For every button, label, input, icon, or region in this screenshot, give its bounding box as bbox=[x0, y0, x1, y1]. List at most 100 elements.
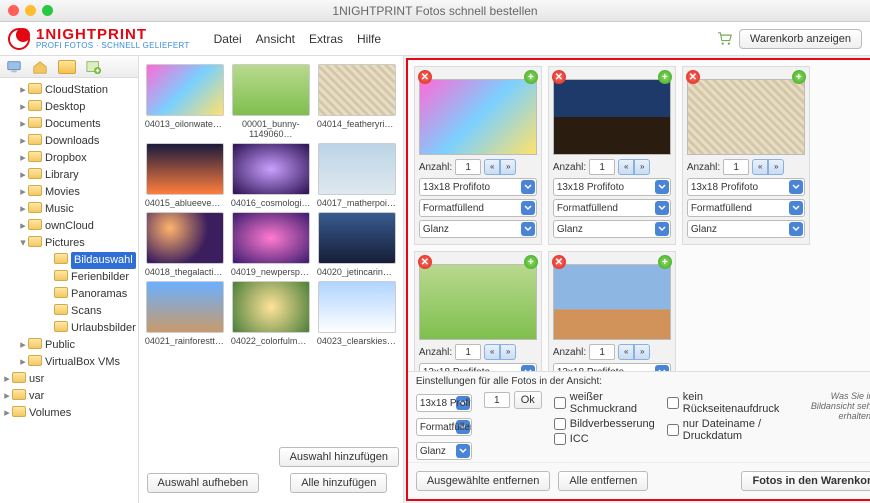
tree-item[interactable]: ▸Downloads bbox=[8, 133, 136, 150]
remove-all-button[interactable]: Alle entfernen bbox=[558, 471, 648, 491]
thumbnail[interactable]: 04017_matherpoint_1… bbox=[317, 143, 397, 208]
finish-select[interactable]: Glanz bbox=[687, 220, 805, 238]
tree-item[interactable]: ▸Library bbox=[8, 167, 136, 184]
folder-tree[interactable]: ▸CloudStation▸Desktop▸Documents▸Download… bbox=[0, 78, 138, 503]
finish-select[interactable]: Glanz bbox=[419, 220, 537, 238]
qty-dec-button[interactable]: « bbox=[484, 159, 500, 175]
qty-dec-button[interactable]: « bbox=[618, 159, 634, 175]
add-card-icon[interactable]: + bbox=[658, 255, 672, 269]
remove-card-icon[interactable]: ✕ bbox=[418, 70, 432, 84]
add-card-icon[interactable]: + bbox=[792, 70, 806, 84]
global-finish-select[interactable]: Glanz bbox=[416, 442, 472, 460]
menu-extras[interactable]: Extras bbox=[309, 32, 343, 46]
tree-item[interactable]: Scans bbox=[32, 303, 136, 320]
tree-item[interactable]: ▸Public bbox=[8, 337, 136, 354]
opt-rueckseite[interactable]: kein Rückseitenaufdruck bbox=[667, 391, 780, 415]
size-select[interactable]: 13x18 Profifoto bbox=[419, 178, 537, 196]
qty-dec-button[interactable]: « bbox=[752, 159, 768, 175]
finish-select[interactable]: Glanz bbox=[553, 220, 671, 238]
add-image-icon[interactable] bbox=[86, 59, 102, 75]
remove-card-icon[interactable]: ✕ bbox=[686, 70, 700, 84]
opt-bildverbesserung[interactable]: Bildverbesserung bbox=[554, 418, 655, 430]
thumbnail[interactable]: 04020_jetincarina_19… bbox=[317, 212, 397, 277]
tree-item[interactable]: Urlaubsbilder bbox=[32, 320, 136, 337]
close-window-icon[interactable] bbox=[8, 5, 19, 16]
thumbnail[interactable]: 04021_rainforesttrail_… bbox=[145, 281, 225, 346]
tree-item[interactable]: ▸CloudStation bbox=[8, 82, 136, 99]
thumbnail[interactable]: 04015_ablueeveningin… bbox=[145, 143, 225, 208]
thumbnail-caption: 04016_cosmologicalm… bbox=[231, 198, 311, 208]
tree-item[interactable]: ▸Documents bbox=[8, 116, 136, 133]
qty-inc-button[interactable]: » bbox=[500, 159, 516, 175]
add-to-cart-button[interactable]: Fotos in den Warenkorb bbox=[741, 471, 870, 491]
qty-inc-button[interactable]: » bbox=[634, 344, 650, 360]
qty-input[interactable] bbox=[455, 344, 481, 360]
tree-item[interactable]: ▸var bbox=[2, 388, 136, 405]
qty-inc-button[interactable]: » bbox=[634, 159, 650, 175]
global-ok-button[interactable]: Ok bbox=[514, 391, 542, 409]
qty-inc-button[interactable]: » bbox=[768, 159, 784, 175]
add-card-icon[interactable]: + bbox=[524, 255, 538, 269]
global-size-select[interactable]: 13x18 Profifoto bbox=[416, 394, 472, 412]
qty-dec-button[interactable]: « bbox=[618, 344, 634, 360]
thumbnail[interactable]: 04023_clearskieswitha… bbox=[317, 281, 397, 346]
clear-selection-button[interactable]: Auswahl aufheben bbox=[147, 473, 260, 493]
tree-item[interactable]: ▸Volumes bbox=[2, 405, 136, 422]
size-select[interactable]: 13x18 Profifoto bbox=[419, 363, 537, 371]
size-select[interactable]: 13x18 Profifoto bbox=[553, 178, 671, 196]
thumbnail-grid[interactable]: 04013_oilonwater_19…00001_bunny-1149060…… bbox=[139, 56, 403, 439]
thumbnail[interactable]: 04013_oilonwater_19… bbox=[145, 64, 225, 139]
fit-select[interactable]: Formatfüllend bbox=[419, 199, 537, 217]
tree-item[interactable]: Ferienbilder bbox=[32, 269, 136, 286]
home-icon[interactable] bbox=[32, 59, 48, 75]
size-select[interactable]: 13x18 Profifoto bbox=[553, 363, 671, 371]
add-card-icon[interactable]: + bbox=[524, 70, 538, 84]
tree-item[interactable]: ▸Desktop bbox=[8, 99, 136, 116]
computer-icon[interactable] bbox=[6, 59, 22, 75]
tree-item[interactable]: Bildauswahl bbox=[32, 252, 136, 269]
order-items[interactable]: ✕+Anzahl:«»13x18 ProfifotoFormatfüllendG… bbox=[408, 60, 870, 371]
remove-card-icon[interactable]: ✕ bbox=[552, 255, 566, 269]
thumbnail[interactable]: 04018_thegalacticcent… bbox=[145, 212, 225, 277]
remove-selected-button[interactable]: Ausgewählte entfernen bbox=[416, 471, 551, 491]
tree-item[interactable]: ▸usr bbox=[2, 371, 136, 388]
fit-select[interactable]: Formatfüllend bbox=[553, 199, 671, 217]
opt-icc[interactable]: ICC bbox=[554, 433, 655, 445]
tree-item[interactable]: ▸Dropbox bbox=[8, 150, 136, 167]
tree-item[interactable]: ▸ownCloud bbox=[8, 218, 136, 235]
remove-card-icon[interactable]: ✕ bbox=[552, 70, 566, 84]
show-cart-button[interactable]: Warenkorb anzeigen bbox=[739, 29, 862, 49]
thumbnail[interactable]: 04019_newperspectiv… bbox=[231, 212, 311, 277]
remove-card-icon[interactable]: ✕ bbox=[418, 255, 432, 269]
add-selection-button[interactable]: Auswahl hinzufügen bbox=[279, 447, 399, 467]
minimize-window-icon[interactable] bbox=[25, 5, 36, 16]
add-all-button[interactable]: Alle hinzufügen bbox=[290, 473, 387, 493]
fit-select[interactable]: Formatfüllend bbox=[687, 199, 805, 217]
thumbnail[interactable]: 04022_colorfulmaster… bbox=[231, 281, 311, 346]
menu-hilfe[interactable]: Hilfe bbox=[357, 32, 381, 46]
zoom-window-icon[interactable] bbox=[42, 5, 53, 16]
tree-item[interactable]: Panoramas bbox=[32, 286, 136, 303]
thumbnail[interactable]: 04014_featheryridges… bbox=[317, 64, 397, 139]
qty-input[interactable] bbox=[723, 159, 749, 175]
tree-item[interactable]: ▸Music bbox=[8, 201, 136, 218]
qty-input[interactable] bbox=[589, 344, 615, 360]
tree-item[interactable]: ▾PicturesBildauswahlFerienbilderPanorama… bbox=[8, 235, 136, 337]
size-select[interactable]: 13x18 Profifoto bbox=[687, 178, 805, 196]
global-fit-select[interactable]: Formatfüllend bbox=[416, 418, 472, 436]
qty-inc-button[interactable]: » bbox=[500, 344, 516, 360]
global-qty-input[interactable] bbox=[484, 392, 510, 408]
opt-schmuckrand[interactable]: weißer Schmuckrand bbox=[554, 391, 655, 415]
qty-input[interactable] bbox=[589, 159, 615, 175]
tree-item[interactable]: ▸Movies bbox=[8, 184, 136, 201]
add-card-icon[interactable]: + bbox=[658, 70, 672, 84]
qty-input[interactable] bbox=[455, 159, 481, 175]
qty-dec-button[interactable]: « bbox=[484, 344, 500, 360]
opt-dateiname[interactable]: nur Dateiname / Druckdatum bbox=[667, 418, 780, 442]
tree-item[interactable]: ▸VirtualBox VMs bbox=[8, 354, 136, 371]
thumbnail[interactable]: 04016_cosmologicalm… bbox=[231, 143, 311, 208]
folder-icon[interactable] bbox=[58, 60, 76, 74]
menu-datei[interactable]: Datei bbox=[214, 32, 242, 46]
thumbnail[interactable]: 00001_bunny-1149060… bbox=[231, 64, 311, 139]
menu-ansicht[interactable]: Ansicht bbox=[256, 32, 295, 46]
